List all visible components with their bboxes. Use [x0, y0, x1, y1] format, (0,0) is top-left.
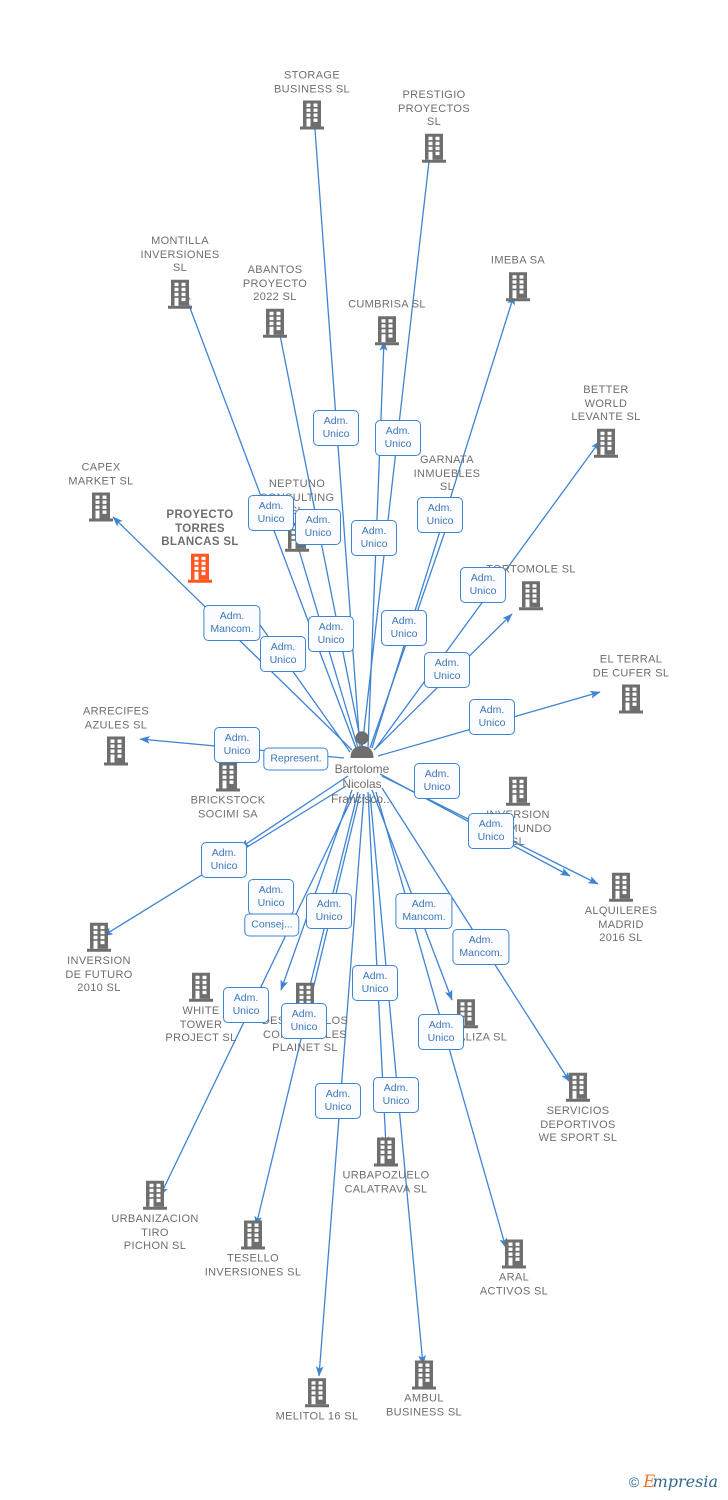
building-icon [619, 684, 643, 714]
building-icon [609, 872, 633, 902]
entity-node-prestigio[interactable]: PRESTIGIO PROYECTOS SL [369, 89, 499, 164]
relation-badge-b-garnata[interactable]: Adm. Unico [417, 497, 463, 533]
building-icon [300, 100, 324, 130]
entity-label-capex: CAPEX MARKET SL [68, 461, 134, 488]
building-icon [241, 1220, 265, 1250]
entity-label-urbapozuelo: URBAPOZUELO CALATRAVA SL [342, 1169, 430, 1196]
relation-badge-b-bosqaliza-u[interactable]: Adm. Unico [418, 1014, 464, 1050]
relation-badge-b-neptuno[interactable]: Adm. Unico [248, 495, 294, 531]
entity-node-better[interactable]: BETTER WORLD LEVANTE SL [541, 384, 671, 459]
entity-node-storage[interactable]: STORAGE BUSINESS SL [247, 70, 377, 131]
entity-label-garnata: GARNATA INMUEBLES SL [413, 453, 481, 493]
entity-node-tesello[interactable]: TESELLO INVERSIONES SL [188, 1219, 318, 1280]
building-icon [87, 922, 111, 952]
relation-badge-b-riomundo-b[interactable]: Adm. Unico [468, 813, 514, 849]
relation-badge-b-consej[interactable]: Consej... [244, 913, 300, 937]
building-icon [422, 133, 446, 163]
building-icon-highlighted [188, 553, 212, 583]
entity-label-better: BETTER WORLD LEVANTE SL [571, 383, 641, 423]
relation-badge-b-better[interactable]: Adm. Unico [424, 652, 470, 688]
building-icon [412, 1360, 436, 1390]
entity-label-tesello: TESELLO INVERSIONES SL [204, 1252, 302, 1279]
relation-badge-b-white[interactable]: Adm. Unico [306, 893, 352, 929]
building-icon [305, 1378, 329, 1408]
entity-node-cumbrisa[interactable]: CUMBRISA SL [322, 298, 452, 346]
copyright-symbol: © [628, 1474, 640, 1490]
building-icon [216, 762, 240, 792]
relation-badge-b-plainet[interactable]: Adm. Unico [281, 1003, 327, 1039]
relation-badge-b-alquileres[interactable]: Adm. Mancom. [395, 893, 453, 929]
relation-badge-b-futuro[interactable]: Adm. Unico [248, 879, 294, 915]
network-diagram-canvas: STORAGE BUSINESS SL PRESTIGIO PROYECTOS S… [0, 0, 728, 1500]
building-icon [375, 315, 399, 345]
building-icon [189, 972, 213, 1002]
building-icon [566, 1072, 590, 1102]
entity-label-melitol: MELITOL 16 SL [275, 1410, 359, 1423]
building-icon [519, 580, 543, 610]
empresia-watermark: © Empresia [629, 1472, 718, 1492]
entity-label-aral: ARAL ACTIVOS SL [479, 1271, 549, 1298]
relation-badge-b-storage[interactable]: Adm. Unico [351, 520, 397, 556]
building-icon [594, 428, 618, 458]
relation-badge-b-melitol[interactable]: Adm. Unico [373, 1077, 419, 1113]
entity-label-montilla: MONTILLA INVERSIONES SL [140, 234, 220, 274]
entity-label-imeba: IMEBA SA [490, 254, 546, 267]
building-icon [104, 736, 128, 766]
entity-label-tiropichon: URBANIZACION TIRO PICHON SL [111, 1212, 199, 1252]
relation-badge-b-bosqaliza-m[interactable]: Adm. Mancom. [452, 929, 510, 965]
entity-label-arrecifes: ARRECIFES AZULES SL [82, 705, 150, 732]
entity-label-cumbrisa: CUMBRISA SL [348, 298, 426, 311]
entity-node-terral[interactable]: EL TERRAL DE CUFER SL [566, 654, 696, 715]
entity-node-arrecifes[interactable]: ARRECIFES AZULES SL [51, 706, 181, 767]
entity-node-aral[interactable]: ARAL ACTIVOS SL [449, 1238, 579, 1299]
building-icon [506, 271, 530, 301]
entity-label-storage: STORAGE BUSINESS SL [274, 69, 350, 96]
building-icon [89, 492, 113, 522]
entity-label-terral: EL TERRAL DE CUFER SL [592, 653, 670, 680]
entity-label-torres: PROYECTO TORRES BLANCAS SL [161, 508, 239, 548]
building-icon [168, 279, 192, 309]
building-icon [263, 308, 287, 338]
person-icon [350, 731, 374, 758]
entity-label-abantos: ABANTOS PROYECTO 2022 SL [242, 263, 308, 303]
building-icon [143, 1180, 167, 1210]
entity-label-futuro: INVERSION DE FUTURO 2010 SL [65, 954, 133, 994]
entity-label-alquileres: ALQUILERES MADRID 2016 SL [584, 904, 658, 944]
relation-badge-b-capex[interactable]: Adm. Unico [260, 636, 306, 672]
relation-badge-b-brickstock[interactable]: Adm. Unico [201, 842, 247, 878]
entity-label-wesport: SERVICIOS DEPORTIVOS WE SPORT SL [538, 1104, 618, 1144]
relation-badge-b-terral[interactable]: Adm. Unico [469, 699, 515, 735]
building-icon [506, 776, 530, 806]
entity-node-ambul[interactable]: AMBUL BUSINESS SL [359, 1359, 489, 1420]
entity-label-brickstock: BRICKSTOCK SOCIMI SA [190, 794, 266, 821]
relation-badge-b-prestigio[interactable]: Adm. Unico [308, 616, 354, 652]
relation-badge-b-abantos[interactable]: Adm. Unico [313, 410, 359, 446]
relation-badge-b-tesello[interactable]: Adm. Unico [352, 965, 398, 1001]
relation-badge-b-represent[interactable]: Represent. [263, 747, 329, 771]
center-person-name: Bartolome Nicolas Francisco... [330, 762, 393, 806]
relation-badge-b-arrecifes[interactable]: Adm. Unico [214, 727, 260, 763]
relation-badge-b-cumbrisa[interactable]: Adm. Unico [375, 420, 421, 456]
building-icon [502, 1239, 526, 1269]
entity-node-abantos[interactable]: ABANTOS PROYECTO 2022 SL [210, 264, 340, 339]
relation-badge-b-tiropichon[interactable]: Adm. Unico [223, 987, 269, 1023]
entity-node-alquileres[interactable]: ALQUILERES MADRID 2016 SL [556, 871, 686, 946]
entity-node-imeba[interactable]: IMEBA SA [453, 254, 583, 302]
relation-badge-b-torres[interactable]: Adm. Mancom. [203, 605, 261, 641]
building-icon [374, 1137, 398, 1167]
relation-badge-b-imeba[interactable]: Adm. Unico [381, 610, 427, 646]
entity-node-wesport[interactable]: SERVICIOS DEPORTIVOS WE SPORT SL [513, 1071, 643, 1146]
relation-badge-b-tortomole[interactable]: Adm. Unico [460, 567, 506, 603]
entity-node-urbapozuelo[interactable]: URBAPOZUELO CALATRAVA SL [321, 1136, 451, 1197]
entity-label-ambul: AMBUL BUSINESS SL [386, 1392, 462, 1419]
brand-name: mpresia [652, 1472, 718, 1491]
relation-badge-b-urbapozuelo[interactable]: Adm. Unico [315, 1083, 361, 1119]
relation-badge-b-riomundo-a[interactable]: Adm. Unico [414, 763, 460, 799]
relation-badge-b-montilla[interactable]: Adm. Unico [295, 509, 341, 545]
entity-label-prestigio: PRESTIGIO PROYECTOS SL [397, 88, 471, 128]
